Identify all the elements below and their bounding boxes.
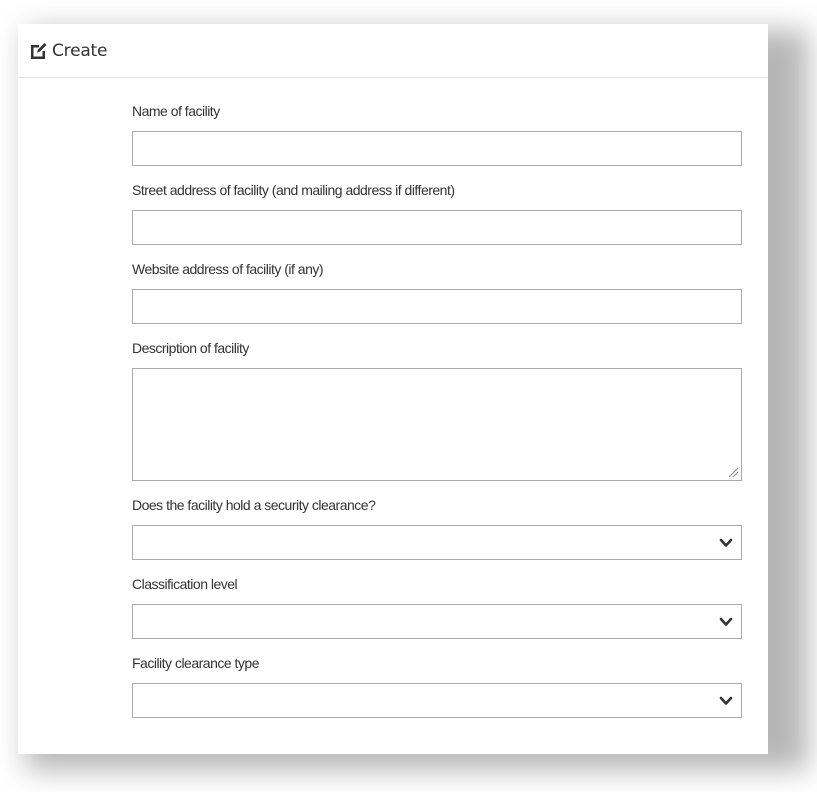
resize-grip-icon[interactable] — [727, 466, 739, 478]
description-field: Description of facility — [132, 339, 742, 481]
street-address-field: Street address of facility (and mailing … — [132, 181, 742, 245]
website-field: Website address of facility (if any) — [132, 260, 742, 324]
edit-icon — [28, 41, 48, 61]
website-input[interactable] — [132, 289, 742, 324]
security-clearance-label: Does the facility hold a security cleara… — [132, 497, 376, 513]
panel-header: Create — [18, 24, 768, 78]
security-clearance-field: Does the facility hold a security cleara… — [132, 496, 742, 560]
chevron-down-icon — [719, 696, 733, 705]
description-textarea[interactable] — [132, 368, 742, 481]
website-label: Website address of facility (if any) — [132, 261, 324, 277]
security-clearance-select[interactable] — [132, 525, 742, 560]
clearance-type-select[interactable] — [132, 683, 742, 718]
classification-level-select[interactable] — [132, 604, 742, 639]
facility-form: Name of facility Street address of facil… — [132, 102, 742, 733]
description-label: Description of facility — [132, 340, 249, 356]
street-address-label: Street address of facility (and mailing … — [132, 182, 455, 198]
facility-name-field: Name of facility — [132, 102, 742, 166]
page-title: Create — [52, 40, 108, 61]
street-address-input[interactable] — [132, 210, 742, 245]
clearance-type-field: Facility clearance type — [132, 654, 742, 718]
clearance-type-label: Facility clearance type — [132, 655, 260, 671]
create-panel: Create Name of facility Street address o… — [18, 24, 768, 754]
chevron-down-icon — [719, 538, 733, 547]
facility-name-input[interactable] — [132, 131, 742, 166]
description-textarea-wrap — [132, 368, 742, 481]
classification-level-field: Classification level — [132, 575, 742, 639]
chevron-down-icon — [719, 617, 733, 626]
facility-name-label: Name of facility — [132, 103, 220, 119]
classification-level-label: Classification level — [132, 576, 238, 592]
